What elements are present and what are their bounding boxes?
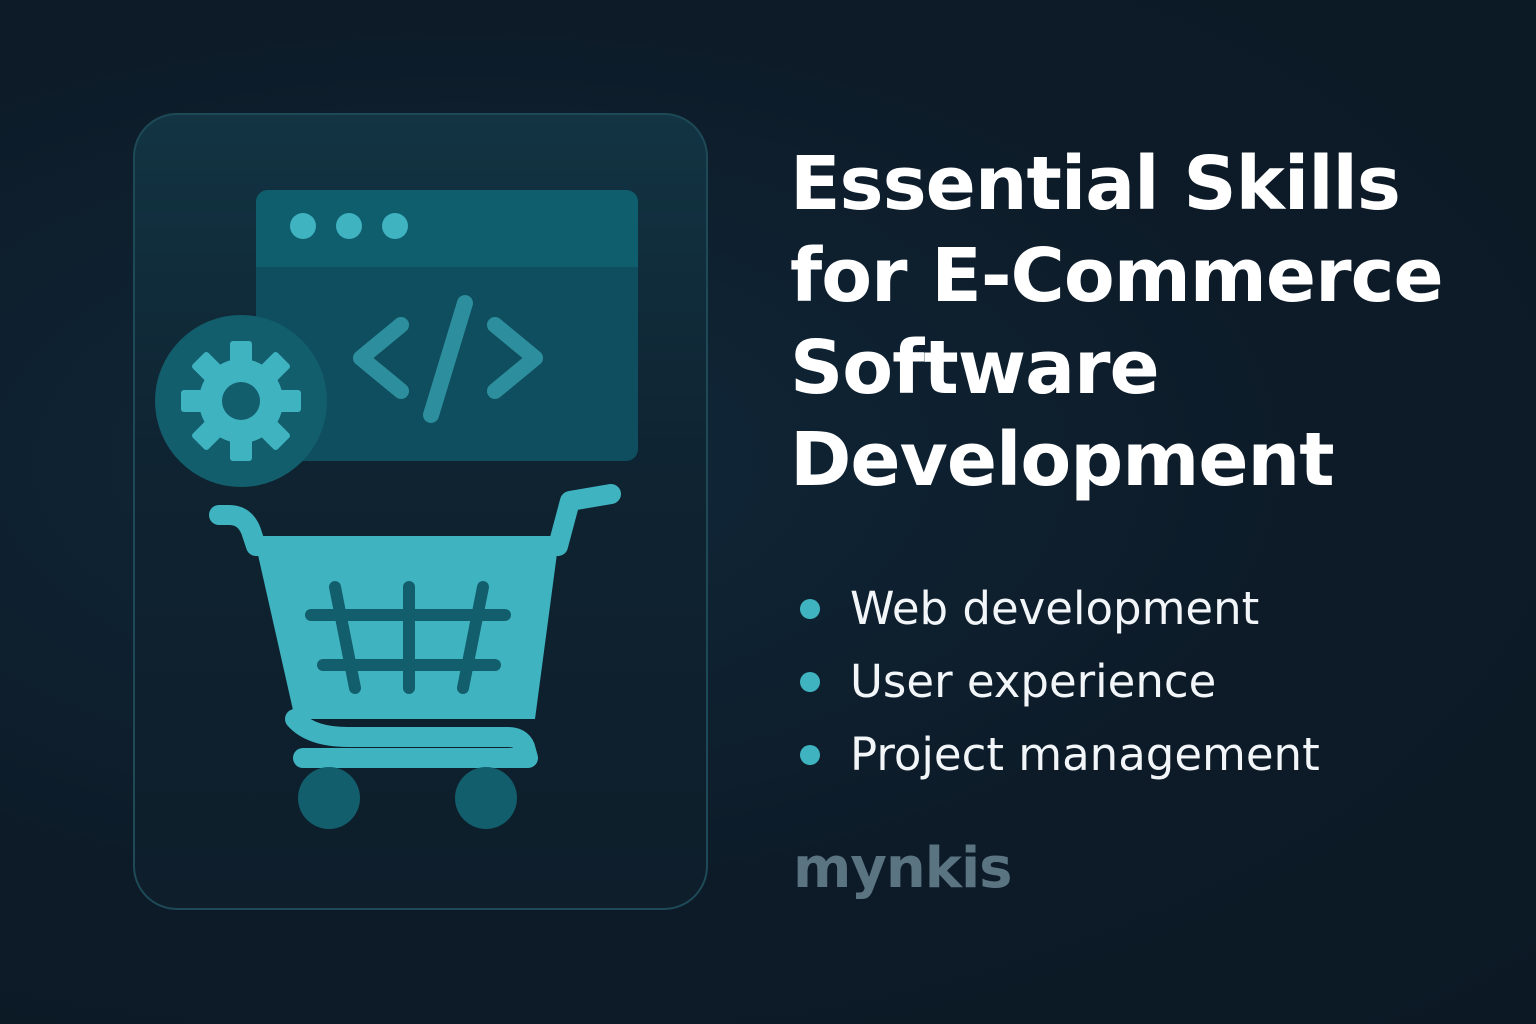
brand-logo: mynkis bbox=[793, 836, 1012, 901]
bullet-dot-icon bbox=[800, 744, 820, 765]
gear-icon bbox=[155, 315, 327, 487]
skill-label: Project management bbox=[850, 728, 1320, 781]
hero-banner: Essential Skills for E-Commerce Software… bbox=[0, 0, 1536, 1024]
list-item: Project management bbox=[800, 718, 1320, 791]
shopping-cart-icon bbox=[209, 484, 621, 829]
skills-list: Web development User experience Project … bbox=[800, 572, 1320, 791]
list-item: User experience bbox=[800, 645, 1320, 718]
title-line: Development bbox=[790, 417, 1335, 503]
title-line: Software bbox=[790, 325, 1160, 411]
skill-label: Web development bbox=[850, 582, 1260, 635]
list-item: Web development bbox=[800, 572, 1320, 645]
bullet-dot-icon bbox=[800, 598, 820, 619]
title-line: for E-Commerce bbox=[790, 233, 1444, 319]
title-line: Essential Skills bbox=[790, 141, 1401, 227]
ecommerce-illustration bbox=[155, 190, 638, 829]
skill-label: User experience bbox=[850, 655, 1217, 708]
page-title: Essential Skills for E-Commerce Software… bbox=[790, 138, 1490, 506]
bullet-dot-icon bbox=[800, 671, 820, 692]
